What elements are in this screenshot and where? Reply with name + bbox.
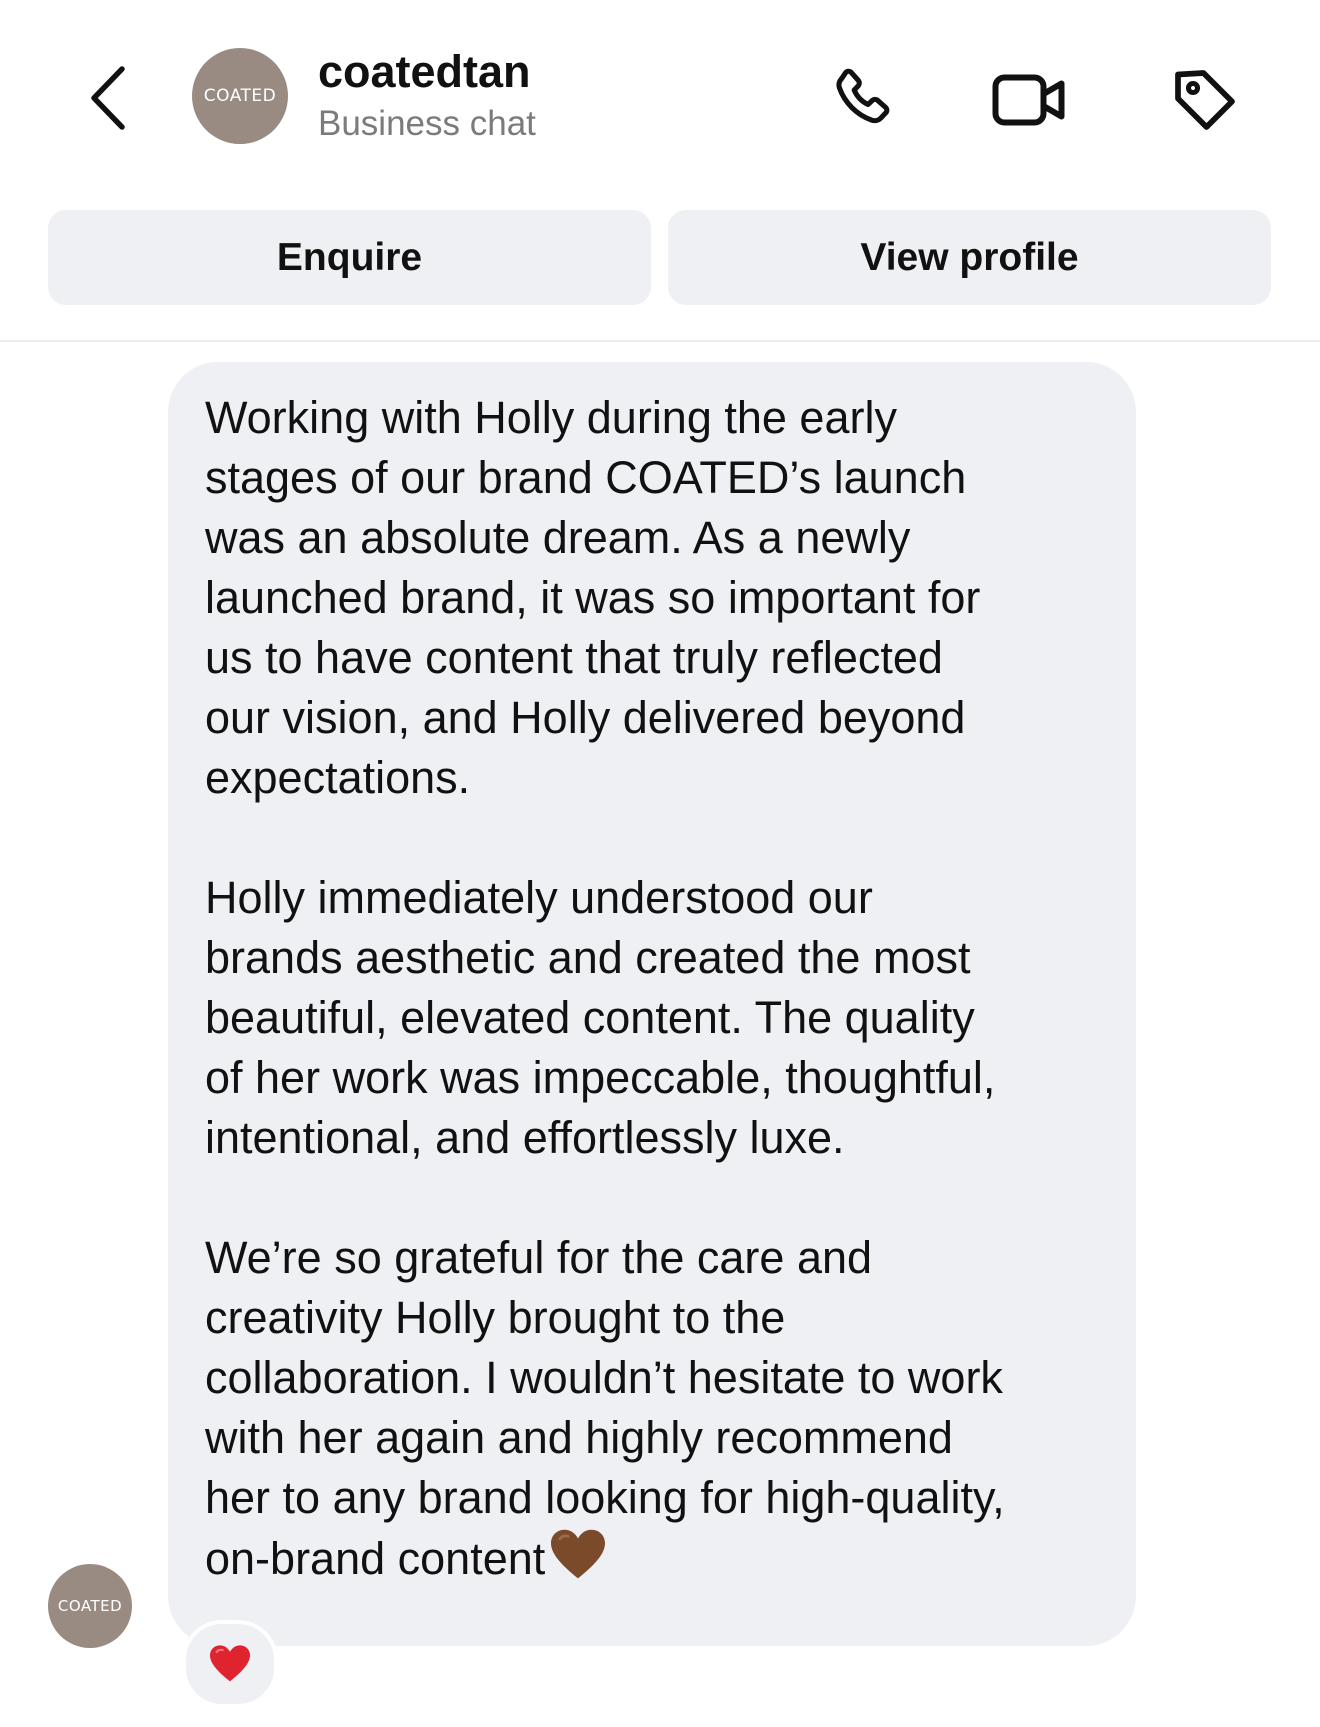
brown-heart-icon bbox=[549, 1528, 607, 1597]
chevron-left-icon bbox=[91, 66, 125, 130]
chat-header: COATED coatedtan Business chat bbox=[0, 0, 1320, 190]
avatar[interactable]: COATED bbox=[192, 48, 288, 144]
message-paragraph-1: Working with Holly during the early stag… bbox=[205, 392, 981, 803]
chat-subtitle: Business chat bbox=[318, 104, 536, 143]
sender-avatar[interactable]: COATED bbox=[48, 1564, 132, 1648]
sender-avatar-text: COATED bbox=[57, 1597, 123, 1615]
avatar-text: COATED bbox=[203, 86, 277, 106]
message-paragraph-2: Holly immediately understood our brands … bbox=[205, 872, 996, 1163]
chat-title: coatedtan bbox=[318, 46, 531, 97]
video-call-button[interactable] bbox=[990, 60, 1070, 140]
back-button[interactable] bbox=[78, 58, 138, 138]
enquire-button[interactable]: Enquire bbox=[48, 210, 651, 305]
header-divider bbox=[0, 340, 1320, 342]
phone-icon bbox=[836, 68, 890, 124]
view-profile-button[interactable]: View profile bbox=[668, 210, 1271, 305]
message-paragraph-3: We’re so grateful for the care and creat… bbox=[205, 1228, 1106, 1597]
video-camera-icon bbox=[992, 74, 1065, 126]
message-bubble[interactable]: Working with Holly during the early stag… bbox=[168, 362, 1136, 1646]
call-button[interactable] bbox=[822, 60, 902, 140]
red-heart-icon bbox=[210, 1645, 250, 1682]
chat-title-block[interactable]: coatedtan Business chat bbox=[318, 44, 536, 148]
message-reaction[interactable] bbox=[182, 1620, 278, 1708]
label-button[interactable] bbox=[1165, 60, 1245, 140]
tag-icon bbox=[1175, 70, 1235, 130]
